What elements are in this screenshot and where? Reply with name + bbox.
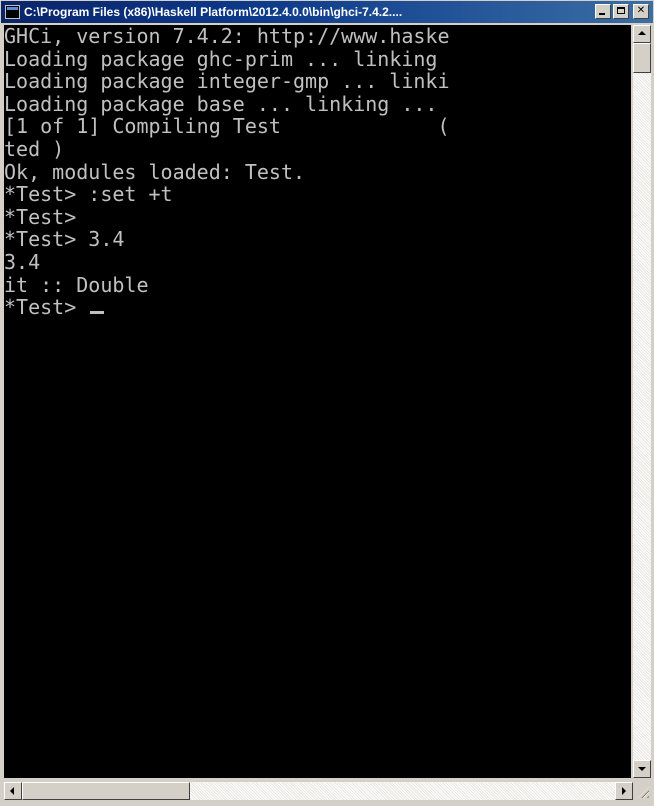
arrow-left-icon: [10, 787, 14, 795]
minimize-icon: [599, 13, 605, 15]
scroll-right-button[interactable]: [615, 782, 633, 800]
console-line: ted ): [4, 136, 65, 161]
maximize-button[interactable]: [613, 4, 629, 19]
arrow-right-icon: [622, 787, 626, 795]
console-line: it :: Double: [4, 272, 149, 297]
close-button[interactable]: ✕: [633, 4, 649, 19]
console-line: GHCi, version 7.4.2: http://www.haske: [4, 25, 450, 48]
console-line: [1 of 1] Compiling Test (: [4, 114, 450, 139]
scroll-up-button[interactable]: [633, 25, 651, 43]
arrow-down-icon: [638, 767, 646, 771]
console-window: C:\Program Files (x86)\Haskell Platform\…: [0, 0, 654, 806]
text-cursor: [90, 311, 105, 315]
vertical-scrollbar[interactable]: [633, 25, 651, 778]
console-line: *Test>: [4, 204, 77, 229]
close-icon: ✕: [636, 5, 646, 16]
console-line: Loading package ghc-prim ... linking: [4, 46, 450, 71]
console-lines: GHCi, version 7.4.2: http://www.haske Lo…: [4, 25, 450, 319]
horizontal-scroll-thumb[interactable]: [22, 782, 190, 800]
horizontal-scrollbar[interactable]: [4, 782, 633, 800]
prompt-line[interactable]: *Test>: [4, 296, 450, 319]
vertical-scroll-thumb[interactable]: [633, 43, 651, 73]
console-line: 3.4: [4, 249, 41, 274]
console-output[interactable]: GHCi, version 7.4.2: http://www.haske Lo…: [4, 25, 631, 778]
title-bar[interactable]: C:\Program Files (x86)\Haskell Platform\…: [1, 1, 653, 23]
scroll-down-button[interactable]: [633, 760, 651, 778]
resize-grip-icon[interactable]: [633, 782, 651, 800]
console-line: *Test> :set +t: [4, 182, 173, 207]
minimize-button[interactable]: [595, 4, 611, 19]
console-line: *Test> 3.4: [4, 227, 125, 252]
console-line: Loading package base ... linking ...: [4, 91, 450, 116]
console-app-icon[interactable]: [5, 5, 20, 19]
prompt-text: *Test>: [4, 295, 89, 320]
console-line: Ok, modules loaded: Test.: [4, 159, 306, 184]
arrow-up-icon: [638, 31, 646, 35]
maximize-icon: [617, 7, 625, 14]
console-line: Loading package integer-gmp ... linki: [4, 69, 450, 94]
window-title: C:\Program Files (x86)\Haskell Platform\…: [24, 5, 403, 19]
scroll-left-button[interactable]: [4, 782, 22, 800]
